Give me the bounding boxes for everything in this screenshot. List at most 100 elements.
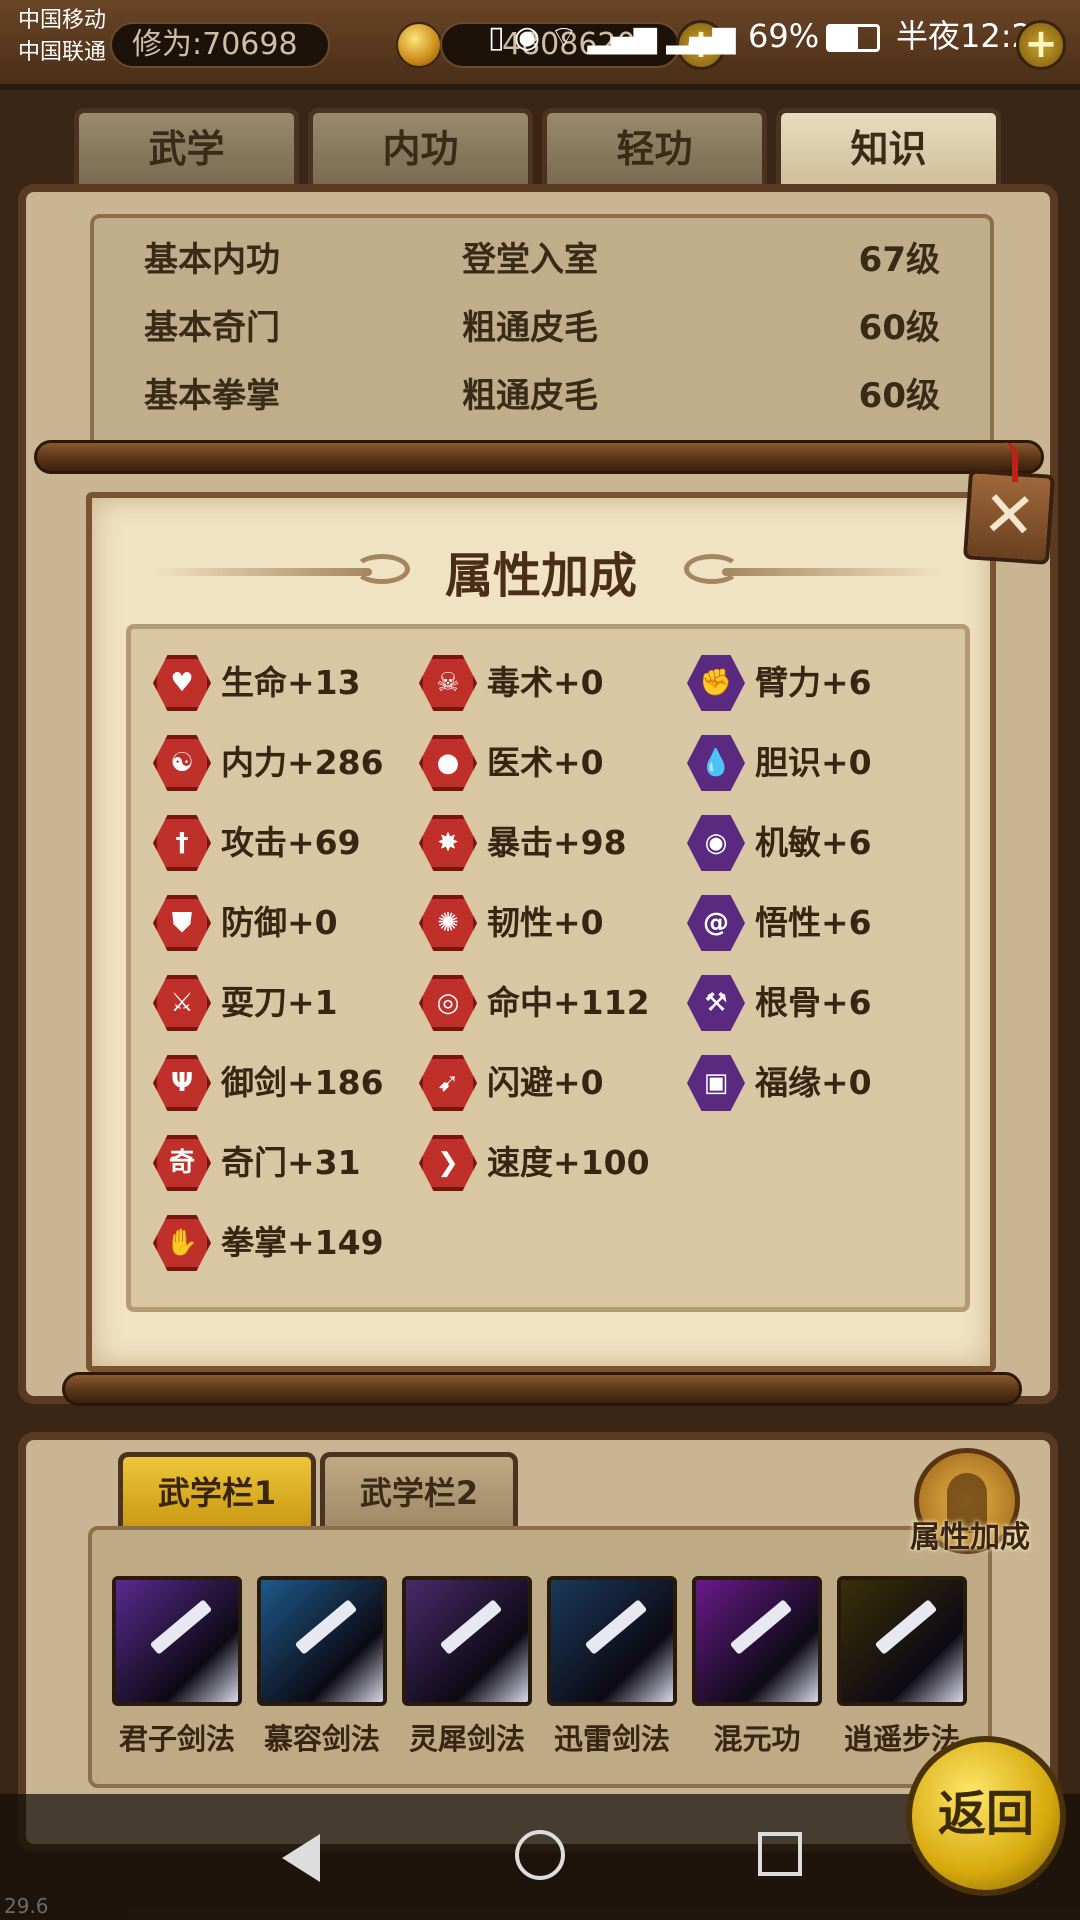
attribute-grid: ♥ 生命+13 ☯ 内力+286 † 攻击+69 ⛊ 防御+0 ⚔ 耍刀+1 Ψ 御剑+186 奇奇门+…	[126, 624, 970, 1312]
attribute-item: ✊ 臂力+6	[687, 653, 872, 713]
list-item[interactable]: 基本内功 登堂入室 67级	[94, 226, 990, 294]
shield-icon: ⛊	[153, 895, 211, 951]
attribute-label: 生命+13	[221, 663, 361, 702]
battery-percent: 69%	[748, 17, 820, 55]
skill-slot-label: 灵犀剑法	[408, 1722, 525, 1756]
skill-name: 基本内功	[144, 240, 280, 280]
skill-slot-label: 混元功	[713, 1722, 801, 1756]
power-value: 修为:70698	[132, 27, 298, 62]
tab-zhishi[interactable]: 知识	[776, 108, 1001, 184]
accuracy-icon: ◎	[419, 975, 477, 1031]
skill-art-icon	[439, 1599, 503, 1655]
attribute-item: ♥ 生命+13	[153, 653, 361, 713]
coin-icon	[396, 22, 442, 68]
power-display: 修为:70698	[110, 22, 330, 68]
skill-name: 基本奇门	[144, 308, 280, 348]
add-resource-button[interactable]: +	[1016, 20, 1066, 70]
attribute-label: 攻击+69	[221, 823, 361, 862]
attribute-label: 机敏+6	[755, 823, 872, 862]
hanging-string	[1004, 442, 1018, 482]
skill-slot[interactable]	[547, 1576, 677, 1706]
attribute-label: 暴击+98	[487, 823, 627, 862]
skill-stage: 粗通皮毛	[462, 308, 598, 348]
skull-icon: ☠	[419, 655, 477, 711]
skill-slot-label: 君子剑法	[118, 1722, 235, 1756]
scroll-rod-top	[34, 440, 1044, 474]
skill-level: 67级	[858, 240, 940, 280]
attribute-item: @ 悟性+6	[687, 893, 872, 953]
nav-recents-icon[interactable]	[758, 1832, 802, 1876]
attribute-label: 毒术+0	[487, 663, 604, 702]
fps-counter: 29.6	[4, 1894, 49, 1918]
skill-art-icon	[584, 1599, 648, 1655]
attribute-item: ✸ 暴击+98	[419, 813, 627, 873]
attribute-label: 御剑+186	[221, 1063, 384, 1102]
skill-art-icon	[729, 1599, 793, 1655]
attribute-item: ☯ 内力+286	[153, 733, 384, 793]
close-button[interactable]: ✕	[962, 469, 1056, 565]
nav-back-icon[interactable]	[282, 1834, 320, 1882]
attribute-label: 命中+112	[487, 983, 650, 1022]
eye-icon: ◉	[687, 815, 745, 871]
fortune-icon: ▣	[687, 1055, 745, 1111]
skill-list[interactable]: 基本内功 登堂入室 67级 基本奇门 粗通皮毛 60级 基本拳掌 粗通皮毛 60…	[90, 214, 994, 464]
tab-wuxue[interactable]: 武学	[74, 108, 299, 184]
attribute-item: ✺ 韧性+0	[419, 893, 604, 953]
attribute-label: 闪避+0	[487, 1063, 604, 1102]
skill-art-icon	[294, 1599, 358, 1655]
arm-icon: ✊	[687, 655, 745, 711]
sword-icon: †	[153, 815, 211, 871]
attribute-item: ⚒ 根骨+6	[687, 973, 872, 1033]
skill-slot[interactable]	[402, 1576, 532, 1706]
skill-slot-label: 迅雷剑法	[553, 1722, 670, 1756]
attribute-item: ✋ 拳掌+149	[153, 1213, 384, 1273]
tab-martial-bar-2[interactable]: 武学栏2	[320, 1452, 518, 1528]
title-flourish-right	[722, 568, 942, 576]
attribute-label: 防御+0	[221, 903, 338, 942]
skill-slot[interactable]	[692, 1576, 822, 1706]
attribute-bonus-dialog: 属性加成 ♥ 生命+13 ☯ 内力+286 † 攻击+69 ⛊ 防御+0 ⚔ 耍刀+1 Ψ 御剑+18…	[86, 492, 996, 1372]
bone-icon: ⚒	[687, 975, 745, 1031]
skill-level: 60级	[858, 308, 940, 348]
blade-icon: ⚔	[153, 975, 211, 1031]
skill-slot[interactable]	[257, 1576, 387, 1706]
attribute-item: † 攻击+69	[153, 813, 361, 873]
attribute-bonus-label[interactable]: 属性加成	[880, 1512, 1060, 1556]
battery-icon	[826, 24, 880, 52]
skill-art-icon	[149, 1599, 213, 1655]
trident-icon: Ψ	[153, 1055, 211, 1111]
tab-neigong[interactable]: 内功	[308, 108, 533, 184]
drop-icon: 💧	[687, 735, 745, 791]
skill-slot[interactable]	[112, 1576, 242, 1706]
skill-slot-label: 慕容剑法	[263, 1722, 380, 1756]
attribute-label: 速度+100	[487, 1143, 650, 1182]
toughness-icon: ✺	[419, 895, 477, 951]
return-button[interactable]: 返回	[906, 1736, 1066, 1896]
carrier-2: 中国联通	[18, 40, 107, 65]
attribute-label: 悟性+6	[755, 903, 872, 942]
tab-martial-bar-1[interactable]: 武学栏1	[118, 1452, 316, 1528]
attribute-item: ⛊ 防御+0	[153, 893, 338, 953]
attribute-item: 奇奇门+31	[153, 1133, 361, 1193]
attribute-item: ⚔ 耍刀+1	[153, 973, 338, 1033]
speed-icon: ❯	[419, 1135, 477, 1191]
list-item[interactable]: 基本奇门 粗通皮毛 60级	[94, 294, 990, 362]
medicine-bag-icon: ●	[419, 735, 477, 791]
scroll-rod-bottom	[62, 1372, 1022, 1406]
list-item[interactable]: 基本拳掌 粗通皮毛 60级	[94, 362, 990, 430]
palm-icon: ✋	[153, 1215, 211, 1271]
attribute-label: 医术+0	[487, 743, 604, 782]
attribute-label: 韧性+0	[487, 903, 604, 942]
skill-slot[interactable]	[837, 1576, 967, 1706]
skill-level: 60级	[858, 376, 940, 416]
attribute-item: 💧 胆识+0	[687, 733, 872, 793]
tab-qinggong[interactable]: 轻功	[542, 108, 767, 184]
attribute-item: ◎ 命中+112	[419, 973, 650, 1033]
close-icon: ✕	[979, 477, 1039, 555]
status-bar: 中国移动 中国联通 修为:70698 4808620 + ▯ ◉ ⌔ ▂▄▆ ▂…	[0, 0, 1080, 90]
attribute-label: 胆识+0	[755, 743, 872, 782]
nav-home-icon[interactable]	[515, 1830, 565, 1880]
attribute-item: Ψ 御剑+186	[153, 1053, 384, 1113]
attribute-item: ▣ 福缘+0	[687, 1053, 872, 1113]
attribute-label: 臂力+6	[755, 663, 872, 702]
